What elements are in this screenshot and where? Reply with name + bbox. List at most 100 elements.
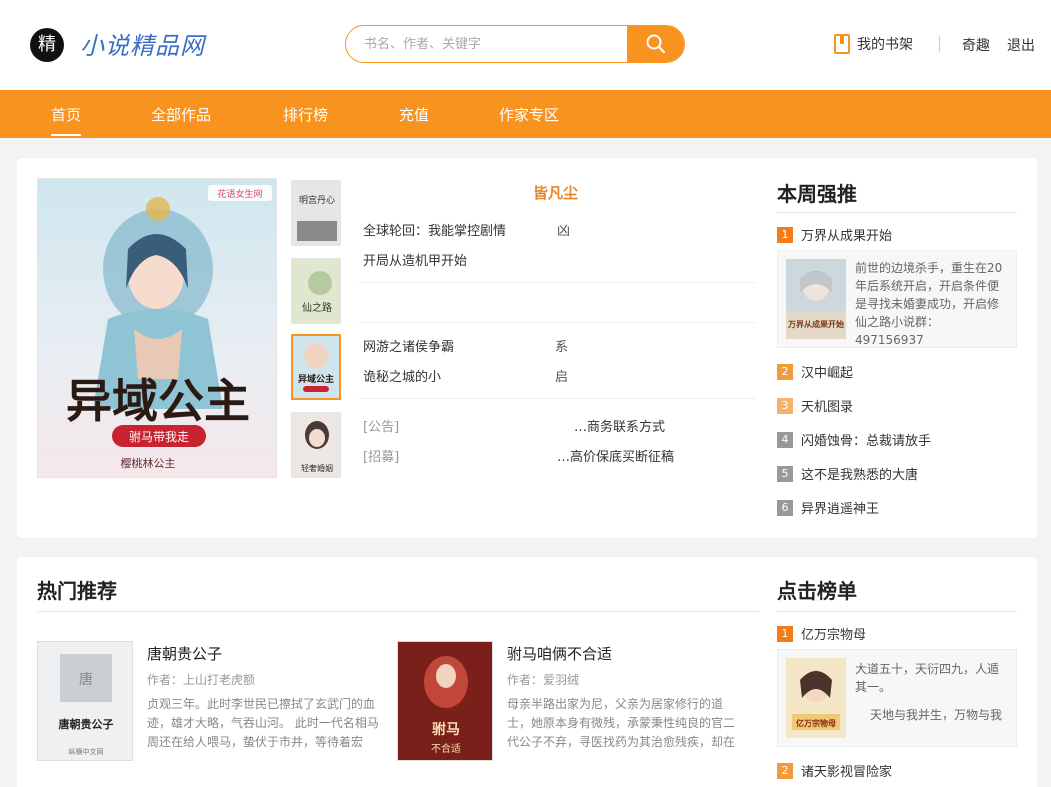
- rank-title: 闪婚蚀骨：总裁请放手: [801, 434, 932, 449]
- hot-book-author[interactable]: 作者：爱羽绒: [507, 671, 579, 688]
- rank-title: 万界从成果开始: [801, 229, 893, 244]
- click-rank-item-2[interactable]: 2 诸天影视冒险家: [777, 761, 892, 780]
- notice-tag: [公告]: [363, 420, 400, 435]
- weekly-rank-item-1[interactable]: 1 万界从成果开始: [777, 225, 892, 244]
- notice-link-1[interactable]: [公告]: [363, 416, 399, 435]
- click-rank-title: 点击榜单: [777, 579, 857, 603]
- hot-book-2[interactable]: 驸马不合适 驸马咱俩不合适 作者：爱羽绒 母亲半路出家为尼，父亲为居家修行的道士…: [397, 641, 747, 771]
- click-rank-desc-2: 天地与我并生，万物与我: [870, 708, 1003, 722]
- rank-number: 5: [777, 465, 793, 482]
- search-box: [345, 25, 685, 63]
- nav-ranking[interactable]: 排行榜: [283, 104, 328, 125]
- weekly-rank-item-6[interactable]: 6 异界逍遥神王: [777, 498, 879, 517]
- nav-author-zone[interactable]: 作家专区: [499, 104, 559, 125]
- click-rank-item-1[interactable]: 1 亿万宗物母: [777, 624, 866, 643]
- click-rank-desc-1: 大道五十，天衍四九，人遁其一。: [855, 662, 1000, 694]
- featured-divider-2: [359, 322, 755, 323]
- featured-divider-1: [359, 282, 755, 283]
- search-input[interactable]: [346, 26, 629, 62]
- svg-text:驸马: 驸马: [432, 721, 460, 738]
- search-icon: [646, 34, 666, 54]
- svg-text:唐: 唐: [79, 671, 93, 688]
- user-name-link[interactable]: 奇趣: [962, 35, 990, 55]
- site-header: 精 小说精品网 我的书架 奇趣 退出: [0, 0, 1051, 90]
- weekly-rank-card[interactable]: 万界从成果开始 前世的边境杀手，重生在20年后系统开启，开启条件便是寻找未婚妻成…: [777, 250, 1017, 348]
- featured-divider-3: [359, 398, 755, 399]
- nav-all-works[interactable]: 全部作品: [151, 104, 211, 125]
- hot-book-desc: 母亲半路出家为尼，父亲为居家修行的道士，她原本身有微残，承蒙秉性纯良的官二代公子…: [507, 697, 736, 749]
- featured-link-2[interactable]: 开局从造机甲开始: [363, 250, 467, 269]
- hot-book-cover[interactable]: 驸马 不合适: [397, 641, 493, 761]
- weekly-cover-text: 万界从成果开始: [787, 319, 844, 329]
- thumb-3-title: 异域公主: [298, 373, 334, 385]
- weekly-rank-cover: 万界从成果开始: [786, 259, 846, 339]
- featured-extra-3: 系: [555, 340, 569, 355]
- featured-cover[interactable]: 花语女生网 异域公主 驸马带我走 樱桃林公主: [37, 178, 277, 478]
- rank-number: 2: [777, 762, 793, 779]
- hot-underline: [37, 611, 759, 612]
- svg-text:不合适: 不合适: [431, 742, 461, 755]
- logout-link[interactable]: 退出: [1007, 35, 1035, 55]
- weekly-rank-underline: [777, 212, 1017, 213]
- featured-link-1[interactable]: 全球轮回：我能掌控剧情: [363, 220, 506, 239]
- rank-title: 汉中崛起: [801, 366, 854, 381]
- hot-book-1[interactable]: 唐唐朝贵公子 纵横中文网 唐朝贵公子 作者：上山打老虎额 贞观三年。此时李世民已擦…: [37, 641, 387, 771]
- weekly-rank-item-4[interactable]: 4 闪婚蚀骨：总裁请放手: [777, 430, 931, 449]
- weekly-rank-item-5[interactable]: 5 这不是我熟悉的大唐: [777, 464, 918, 483]
- hot-section-title: 热门推荐: [37, 579, 117, 603]
- featured-panel: 花语女生网 异域公主 驸马带我走 樱桃林公主 明宫丹心 仙之路 异域公主 轻奢婚…: [17, 158, 1037, 538]
- featured-thumb-1[interactable]: 明宫丹心: [291, 180, 341, 246]
- featured-book-title[interactable]: 皆凡尘: [533, 182, 578, 203]
- cover-badge: 花语女生网: [217, 188, 262, 200]
- hot-panel: 热门推荐 唐唐朝贵公子 纵横中文网 唐朝贵公子 作者：上山打老虎额 贞观三年。此时…: [17, 557, 1037, 787]
- rank-title: 这不是我熟悉的大唐: [801, 468, 919, 483]
- rank-number: 2: [777, 363, 793, 380]
- weekly-rank-title: 本周强推: [777, 182, 857, 206]
- click-rank-underline: [777, 611, 1017, 612]
- rank-title: 诸天影视冒险家: [801, 765, 893, 780]
- rank-title: 异界逍遥神王: [801, 502, 880, 517]
- rank-number: 6: [777, 499, 793, 516]
- weekly-rank-desc: 前世的边境杀手，重生在20年后系统开启，开启条件便是寻找未婚妻成功，开启修仙之路…: [855, 261, 1003, 347]
- featured-thumb-3-selected[interactable]: 异域公主: [291, 334, 341, 400]
- rank-number: 4: [777, 431, 793, 448]
- notice-link-2[interactable]: [招募]: [363, 446, 399, 465]
- search-button[interactable]: [627, 26, 684, 62]
- hot-cover-publisher: 纵横中文网: [69, 747, 104, 756]
- featured-link-4[interactable]: 诡秘之城的小: [363, 366, 441, 385]
- cover-title: 异域公主: [66, 374, 250, 428]
- my-bookshelf-link[interactable]: 我的书架: [834, 34, 913, 54]
- click-cover-text: 亿万宗物母: [796, 718, 836, 728]
- rank-title: 天机图录: [801, 400, 854, 415]
- thumb-2-title: 仙之路: [302, 301, 332, 314]
- hot-book-name[interactable]: 驸马咱俩不合适: [507, 643, 612, 664]
- bookshelf-icon: [834, 34, 850, 54]
- weekly-rank-item-3[interactable]: 3 天机图录: [777, 396, 853, 415]
- featured-extra-1: 凶: [557, 224, 571, 239]
- click-rank-card[interactable]: 亿万宗物母 大道五十，天衍四九，人遁其一。 天地与我并生，万物与我: [777, 649, 1017, 747]
- rank-number: 1: [777, 625, 793, 642]
- bookshelf-label: 我的书架: [857, 37, 913, 53]
- weekly-rank-item-2[interactable]: 2 汉中崛起: [777, 362, 853, 381]
- featured-thumb-4[interactable]: 轻奢婚姻: [291, 412, 341, 478]
- click-rank-cover: 亿万宗物母: [786, 658, 846, 738]
- notice-text-1[interactable]: …商务联系方式: [574, 416, 665, 435]
- notice-text-2[interactable]: …高价保底买断征稿: [557, 446, 674, 465]
- header-divider: [939, 36, 940, 52]
- main-nav: 首页 全部作品 排行榜 充值 作家专区: [0, 90, 1051, 138]
- nav-home[interactable]: 首页: [51, 104, 82, 136]
- notice-tag: [招募]: [363, 450, 400, 465]
- hot-book-name[interactable]: 唐朝贵公子: [147, 643, 222, 664]
- thumb-4-title: 轻奢婚姻: [301, 463, 333, 473]
- hot-book-author[interactable]: 作者：上山打老虎额: [147, 671, 255, 688]
- featured-thumb-2[interactable]: 仙之路: [291, 258, 341, 324]
- nav-recharge[interactable]: 充值: [399, 104, 429, 125]
- hot-cover-title: 唐朝贵公子: [59, 717, 114, 731]
- site-logo[interactable]: 小说精品网: [80, 26, 205, 61]
- featured-extra-4: 启: [555, 370, 569, 385]
- logo-badge[interactable]: 精: [30, 28, 64, 62]
- featured-link-3[interactable]: 网游之诸侯争霸: [363, 336, 454, 355]
- cover-subtitle: 驸马带我走: [129, 429, 189, 444]
- cover-author: 樱桃林公主: [121, 456, 176, 470]
- hot-book-cover[interactable]: 唐唐朝贵公子纵横中文网: [37, 641, 133, 761]
